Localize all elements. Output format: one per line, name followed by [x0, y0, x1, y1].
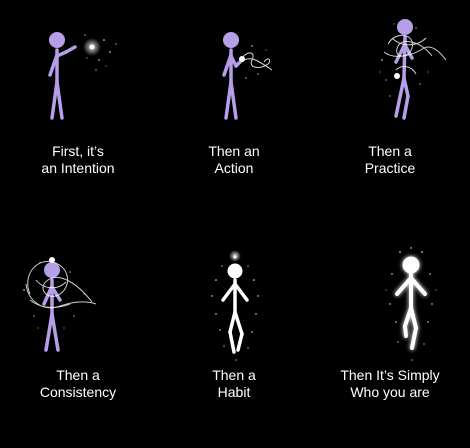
panel-identity: Then It’s Simply Who you are: [312, 224, 468, 448]
panel-consistency: Then a Consistency: [0, 224, 156, 448]
stick-figure-consistency-illustration: [0, 224, 156, 364]
panel-intention: First, it’s an Intention: [0, 0, 156, 224]
caption-practice: Then a Practice: [364, 143, 416, 176]
stick-figure-habit-illustration: [156, 224, 312, 364]
caption-action: Then an Action: [208, 143, 260, 176]
panel-action: Then an Action: [156, 0, 312, 224]
caption-identity: Then It’s Simply Who you are: [340, 367, 440, 400]
panel-habit: Then a Habit: [156, 224, 312, 448]
caption-consistency: Then a Consistency: [39, 367, 117, 400]
infographic: First, it’s an Intention Then an Action …: [0, 0, 470, 448]
caption-habit: Then a Habit: [212, 367, 256, 400]
stick-figure-identity-illustration: [312, 224, 468, 364]
stick-figure-practice-illustration: [312, 0, 468, 140]
panel-practice: Then a Practice: [312, 0, 468, 224]
stick-figure-action-illustration: [156, 0, 312, 140]
caption-intention: First, it’s an Intention: [41, 143, 115, 176]
stick-figure-intention-illustration: [0, 0, 156, 140]
